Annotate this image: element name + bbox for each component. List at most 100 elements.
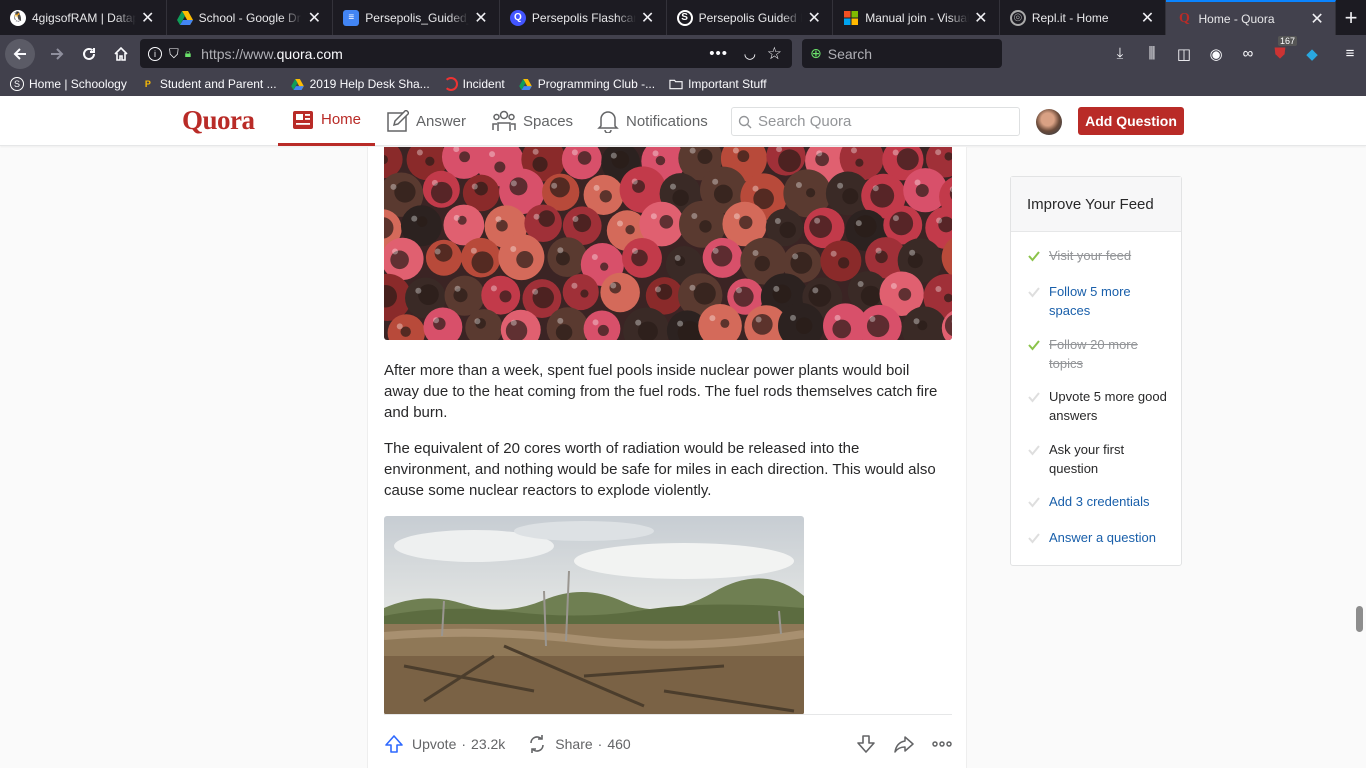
more-options-button[interactable] — [932, 734, 952, 754]
nav-home[interactable]: Home — [278, 96, 376, 146]
account-icon[interactable]: ◉ — [1200, 45, 1232, 63]
navigation-toolbar: i ⛉ 🔒︎ https://www.quora.com ••• ◡ ☆ ⊕ S… — [0, 35, 1366, 72]
tab-schoology[interactable]: S Persepolis Guided R ✕ — [667, 0, 834, 35]
sidebar-icon[interactable]: ◫ — [1168, 45, 1200, 63]
tab-title: Repl.it - Home — [1031, 10, 1109, 25]
google-drive-icon — [176, 10, 193, 26]
back-button[interactable] — [5, 38, 35, 69]
tab-datap[interactable]: 🐧 4gigsofRAM | Datap ✕ — [0, 0, 167, 35]
close-tab-icon[interactable]: ✕ — [473, 8, 489, 28]
browser-search-placeholder: Search — [827, 45, 873, 62]
nav-answer-label: Answer — [416, 112, 467, 130]
arrow-left-icon — [13, 47, 26, 60]
feed-task-ask-question[interactable]: Ask your first question — [1028, 441, 1169, 478]
upvote-label: Upvote — [412, 736, 457, 752]
feed-task-label: Follow 20 more topics — [1049, 337, 1138, 371]
feed-task-visit-feed[interactable]: Visit your feed — [1028, 247, 1169, 266]
share-button[interactable]: Share · 460 — [527, 734, 631, 754]
avatar[interactable] — [1036, 109, 1062, 135]
bookmark-label: Important Stuff — [688, 77, 767, 91]
close-tab-icon[interactable]: ✕ — [1309, 9, 1325, 29]
feed-task-follow-spaces[interactable]: Follow 5 more spaces — [1028, 283, 1169, 320]
upvote-button[interactable]: Upvote · 23.2k — [384, 734, 505, 754]
tab-microsoft[interactable]: Manual join - Visual ✕ — [833, 0, 1000, 35]
folder-icon — [669, 77, 683, 91]
page-scrollbar-thumb[interactable] — [1356, 606, 1363, 632]
nav-spaces-label: Spaces — [523, 112, 574, 130]
bookmark-important-stuff[interactable]: Important Stuff — [669, 77, 767, 91]
feed-task-label: Follow 5 more spaces — [1049, 284, 1131, 318]
home-button[interactable] — [105, 38, 137, 70]
extension-incognito-icon[interactable]: ∞ — [1232, 45, 1264, 62]
dead-forest-image — [384, 516, 804, 715]
improve-feed-title: Improve Your Feed — [1011, 177, 1181, 232]
quora-search-input[interactable]: Search Quora — [731, 107, 1020, 136]
close-tab-icon[interactable]: ✕ — [1139, 8, 1155, 28]
answer-card: After more than a week, spent fuel pools… — [367, 147, 967, 768]
page-actions-icon[interactable]: ••• — [709, 45, 728, 62]
feed-task-answer-question[interactable]: Answer a question — [1028, 529, 1169, 548]
address-bar[interactable]: i ⛉ 🔒︎ https://www.quora.com ••• ◡ ☆ — [140, 39, 792, 68]
toolbar-icons: ⤓ ⫼ ◫ ◉ ∞ ⛊ 167 ◆ ≡ — [1104, 35, 1366, 72]
bookmark-schoology[interactable]: S Home | Schoology — [10, 77, 127, 91]
ublock-icon[interactable]: ⛊ 167 — [1264, 36, 1298, 62]
downvote-button[interactable] — [856, 734, 876, 754]
quora-icon: Q — [1179, 10, 1190, 26]
download-icon[interactable]: ⤓ — [1104, 45, 1136, 62]
feed-task-upvote-answers[interactable]: Upvote 5 more good answers — [1028, 388, 1169, 425]
bookmark-star-icon[interactable]: ☆ — [767, 44, 782, 64]
bookmark-help-desk[interactable]: 2019 Help Desk Sha... — [291, 77, 430, 91]
feed-task-follow-topics[interactable]: Follow 20 more topics — [1028, 336, 1169, 373]
pocket-icon[interactable]: ◡ — [744, 45, 756, 62]
separator-dot: · — [461, 736, 467, 752]
menu-icon[interactable]: ≡ — [1334, 45, 1366, 62]
lock-icon: 🔒︎ — [184, 46, 192, 60]
tab-quora[interactable]: Q Home - Quora ✕ — [1166, 0, 1337, 35]
tab-quizlet[interactable]: Q Persepolis Flashcard ✕ — [500, 0, 667, 35]
info-icon[interactable]: i — [148, 46, 162, 61]
tab-google-drive[interactable]: School - Google Driv ✕ — [167, 0, 334, 35]
feed-task-label: Visit your feed — [1049, 248, 1132, 263]
feed-task-add-credentials[interactable]: Add 3 credentials — [1028, 493, 1169, 512]
upvote-arrow-icon — [385, 735, 403, 753]
close-tab-icon[interactable]: ✕ — [306, 8, 322, 28]
close-tab-icon[interactable]: ✕ — [140, 8, 156, 28]
close-tab-icon[interactable]: ✕ — [640, 8, 656, 28]
nav-spaces[interactable]: Spaces — [492, 96, 573, 146]
answer-actions-bar: Upvote · 23.2k Share · 460 — [384, 730, 952, 758]
bookmark-student-parent[interactable]: P Student and Parent ... — [141, 77, 277, 91]
browser-search-input[interactable]: ⊕ Search — [802, 39, 1002, 68]
tab-title: Persepolis Flashcard — [531, 10, 636, 25]
close-tab-icon[interactable]: ✕ — [973, 8, 989, 28]
forward-share-button[interactable] — [894, 734, 914, 754]
incident-icon — [443, 77, 458, 91]
downvote-arrow-icon — [857, 735, 875, 753]
bookmark-programming-club[interactable]: Programming Club -... — [519, 77, 655, 91]
extension-blue-icon[interactable]: ◆ — [1296, 45, 1328, 63]
rotting-apples-image — [384, 147, 952, 340]
url-domain: quora.com — [276, 45, 343, 62]
bookmark-incident[interactable]: Incident — [443, 77, 505, 91]
shield-icon[interactable]: ⛉ — [169, 46, 179, 62]
quora-search-placeholder: Search Quora — [758, 113, 852, 130]
new-tab-button[interactable]: + — [1336, 0, 1366, 35]
checkmark-icon — [1028, 497, 1040, 508]
google-docs-icon: ≡ — [343, 9, 360, 26]
answer-paragraph: After more than a week, spent fuel pools… — [384, 362, 938, 421]
add-question-button[interactable]: Add Question — [1078, 107, 1184, 135]
forward-button[interactable] — [41, 38, 73, 70]
reload-icon — [83, 47, 95, 60]
tab-replit[interactable]: ◎ Repl.it - Home ✕ — [1000, 0, 1167, 35]
library-icon[interactable]: ⫼ — [1136, 45, 1168, 62]
more-dots-icon — [932, 741, 952, 747]
reload-button[interactable] — [73, 38, 105, 70]
nav-notifications[interactable]: Notifications — [597, 96, 708, 146]
quora-logo[interactable]: Quora — [182, 105, 255, 136]
schoology-icon: S — [10, 77, 24, 91]
close-tab-icon[interactable]: ✕ — [806, 8, 822, 28]
microsoft-icon — [843, 10, 859, 26]
browser-chrome: 🐧 4gigsofRAM | Datap ✕ School - Google Dri… — [0, 0, 1366, 96]
share-label: Share — [555, 736, 593, 752]
tab-google-docs[interactable]: ≡ Persepolis_Guided_R ✕ — [333, 0, 500, 35]
nav-answer[interactable]: Answer — [387, 96, 466, 146]
